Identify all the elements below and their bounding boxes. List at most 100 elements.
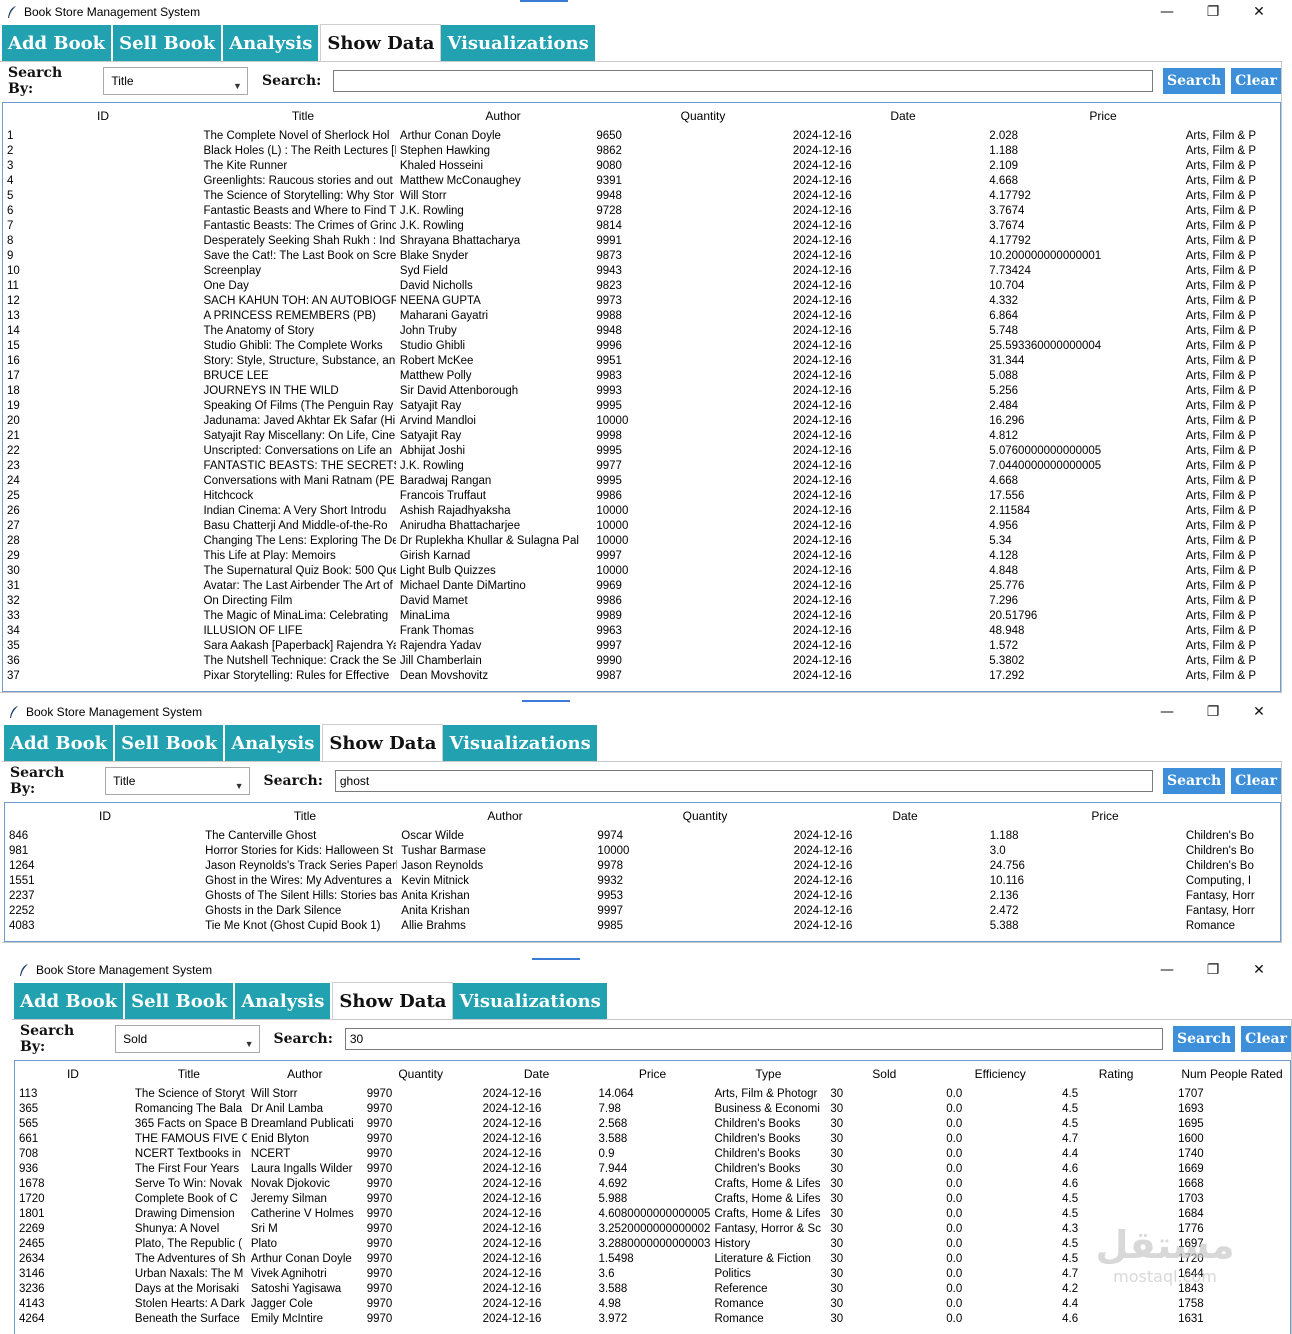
search-input[interactable] [333,70,1153,92]
table-row[interactable]: 32 On Directing Film David Mamet 9986 2024-1… [3,594,1280,609]
column-header-quantity[interactable]: Quantity [603,109,803,123]
table-row[interactable]: 12 SACH KAHUN TOH: AN AUTOBIOGR NEENA GUPT… [3,294,1280,309]
table-row[interactable]: 35 Sara Aakash [Paperback] Rajendra Ya Raj… [3,639,1280,654]
search-button[interactable]: Search [1163,768,1226,794]
table-row[interactable]: 24 Conversations with Mani Ratnam (PE Bara… [3,474,1280,489]
table-row[interactable]: 20 Jadunama: Javed Akhtar Ek Safar (Hi Arv… [3,414,1280,429]
table-row[interactable]: 16 Story: Style, Structure, Substance, an… [3,354,1280,369]
search-button[interactable]: Search [1163,68,1226,94]
column-header-price[interactable]: Price [595,1067,711,1081]
table-row[interactable]: 17 BRUCE LEE Matthew Polly 9983 2024-12-16 5.… [3,369,1280,384]
search-button[interactable]: Search [1173,1026,1236,1052]
table-row[interactable]: 1264 Jason Reynolds's Track Series Paperb… [5,859,1280,874]
tab-add-book[interactable]: Add Book [4,725,116,761]
tab-show-data[interactable]: Show Data [332,982,454,1019]
table-row[interactable]: 18 JOURNEYS IN THE WILD Sir David Attenbor… [3,384,1280,399]
tab-visualizations[interactable]: Visualizations [453,983,609,1019]
table-row[interactable]: 22 Unscripted: Conversations on Life an Ab… [3,444,1280,459]
restore-icon[interactable]: ❐ [1190,700,1236,724]
table-row[interactable]: 26 Indian Cinema: A Very Short Introdu Ash… [3,504,1280,519]
close-icon[interactable]: ✕ [1236,958,1282,982]
tab-sell-book[interactable]: Sell Book [125,983,236,1019]
column-header-efficiency[interactable]: Efficiency [942,1067,1058,1081]
tab-show-data[interactable]: Show Data [320,24,442,61]
table-row[interactable]: 19 Speaking Of Films (The Penguin Ray Saty… [3,399,1280,414]
table-row[interactable]: 23 FANTASTIC BEASTS: THE SECRETS OI J.K. R… [3,459,1280,474]
search-by-combobox[interactable]: Title ▼ [103,67,248,95]
table-row[interactable]: 31 Avatar: The Last Airbender The Art of M… [3,579,1280,594]
table-row[interactable]: 3 The Kite Runner Khaled Hosseini 9080 2024-… [3,159,1280,174]
table-row[interactable]: 11 One Day David Nicholls 9823 2024-12-16 10.… [3,279,1280,294]
column-header-rating[interactable]: Rating [1058,1067,1174,1081]
restore-icon[interactable]: ❐ [1190,958,1236,982]
table-row[interactable]: 846 The Canterville Ghost Oscar Wilde 9974 2… [5,829,1280,844]
table-row[interactable]: 7 Fantastic Beasts: The Crimes of Grinc J.… [3,219,1280,234]
table-row[interactable]: 25 Hitchcock Francois Truffaut 9986 2024-12-… [3,489,1280,504]
search-by-combobox[interactable]: Title ▼ [105,767,250,795]
table-row[interactable]: 13 A PRINCESS REMEMBERS (PB) Maharani Gaya… [3,309,1280,324]
column-header-price[interactable]: Price [1003,109,1203,123]
column-header-date[interactable]: Date [803,109,1003,123]
clear-button[interactable]: Clear [1241,1026,1291,1052]
column-header-date[interactable]: Date [479,1067,595,1081]
table-row[interactable]: 37 Pixar Storytelling: Rules for Effectiv… [3,669,1280,684]
table-row[interactable]: 1 The Complete Novel of Sherlock Hol Arthu… [3,129,1280,144]
column-header-author[interactable]: Author [403,109,603,123]
tab-sell-book[interactable]: Sell Book [115,725,226,761]
column-header-id[interactable]: ID [5,809,205,823]
table-row[interactable]: 5 The Science of Storytelling: Why Stor Wi… [3,189,1280,204]
tab-analysis[interactable]: Analysis [235,983,333,1019]
chevron-down-icon[interactable]: ▼ [235,781,244,791]
table-row[interactable]: 36 The Nutshell Technique: Crack the Se Ji… [3,654,1280,669]
data-table[interactable]: ID Title Author Quantity Date Price 846 T… [4,802,1281,942]
close-icon[interactable]: ✕ [1236,700,1282,724]
table-row[interactable]: 2252 Ghosts in the Dark Silence Anita Kris… [5,904,1280,919]
table-row[interactable]: 4264 Beneath the Surface Emily McIntire 997… [15,1312,1290,1327]
column-header-date[interactable]: Date [805,809,1005,823]
column-header-type[interactable]: Type [710,1067,826,1081]
table-row[interactable]: 6 Fantastic Beasts and Where to Find T J.K… [3,204,1280,219]
table-row[interactable]: 4 Greenlights: Raucous stories and out Mat… [3,174,1280,189]
table-row[interactable]: 29 This Life at Play: Memoirs Girish Karna… [3,549,1280,564]
column-header-sold[interactable]: Sold [826,1067,942,1081]
tab-add-book[interactable]: Add Book [2,25,114,61]
close-icon[interactable]: ✕ [1236,0,1282,24]
search-by-combobox[interactable]: Sold ▼ [115,1025,260,1053]
table-row[interactable]: 565 365 Facts on Space B Dreamland Publica… [15,1117,1290,1132]
column-header-author[interactable]: Author [247,1067,363,1081]
table-row[interactable]: 981 Horror Stories for Kids: Halloween St… [5,844,1280,859]
search-input[interactable]: 30 [344,1028,1163,1050]
table-row[interactable]: 9 Save the Cat!: The Last Book on Scree Bl… [3,249,1280,264]
table-row[interactable]: 1720 Complete Book of C Jeremy Silman 9970 2… [15,1192,1290,1207]
column-header-quantity[interactable]: Quantity [363,1067,479,1081]
table-row[interactable]: 27 Basu Chatterji And Middle-of-the-Ro Ani… [3,519,1280,534]
search-input[interactable]: ghost [334,770,1153,792]
table-row[interactable]: 365 Romancing The Bala Dr Anil Lamba 9970 20… [15,1102,1290,1117]
table-row[interactable]: 2237 Ghosts of The Silent Hills: Stories … [5,889,1280,904]
table-row[interactable]: 8 Desperately Seeking Shah Rukh : Indi Shr… [3,234,1280,249]
column-header-num-people-rated[interactable]: Num People Rated [1174,1067,1290,1081]
minimize-icon[interactable]: — [1144,700,1190,724]
table-row[interactable]: 1551 Ghost in the Wires: My Adventures a K… [5,874,1280,889]
table-row[interactable]: 113 The Science of Storyt Will Storr 9970 20… [15,1087,1290,1102]
clear-button[interactable]: Clear [1231,68,1281,94]
tab-analysis[interactable]: Analysis [223,25,321,61]
column-header-quantity[interactable]: Quantity [605,809,805,823]
tab-sell-book[interactable]: Sell Book [113,25,224,61]
table-row[interactable]: 33 The Magic of MinaLima: Celebrating Mina… [3,609,1280,624]
table-row[interactable]: 1801 Drawing Dimension Catherine V Holmes 9… [15,1207,1290,1222]
table-row[interactable]: 30 The Supernatural Quiz Book: 500 Que Lig… [3,564,1280,579]
minimize-icon[interactable]: — [1144,0,1190,24]
tab-analysis[interactable]: Analysis [225,725,323,761]
column-header-id[interactable]: ID [15,1067,131,1081]
clear-button[interactable]: Clear [1231,768,1281,794]
data-table[interactable]: ID Title Author Quantity Date Price Type… [14,1060,1291,1334]
table-row[interactable]: 34 ILLUSION OF LIFE Frank Thomas 9963 2024-1… [3,624,1280,639]
tab-show-data[interactable]: Show Data [322,724,444,761]
column-header-title[interactable]: Title [205,809,405,823]
column-header-author[interactable]: Author [405,809,605,823]
chevron-down-icon[interactable]: ▼ [233,81,242,91]
restore-icon[interactable]: ❐ [1190,0,1236,24]
tab-visualizations[interactable]: Visualizations [443,725,599,761]
table-row[interactable]: 2 Black Holes (L) : The Reith Lectures [I… [3,144,1280,159]
